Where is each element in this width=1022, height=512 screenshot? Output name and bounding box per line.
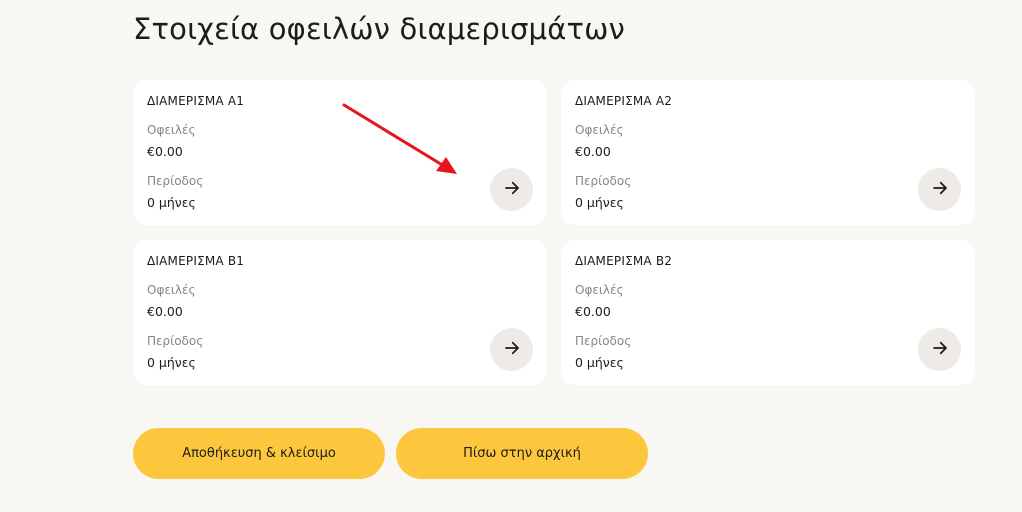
period-label: Περίοδος xyxy=(575,334,632,348)
debts-label: Οφειλές xyxy=(575,123,624,137)
apartment-title: ΔΙΑΜΕΡΙΣΜΑ Α2 xyxy=(575,94,673,108)
period-label: Περίοδος xyxy=(575,174,632,188)
save-and-close-button[interactable]: Αποθήκευση & κλείσιμο xyxy=(133,428,385,479)
apartment-title: ΔΙΑΜΕΡΙΣΜΑ Β1 xyxy=(147,254,245,268)
debts-value: €0.00 xyxy=(147,304,183,319)
period-label: Περίοδος xyxy=(147,174,204,188)
period-value: 0 μήνες xyxy=(147,355,196,370)
back-to-home-button[interactable]: Πίσω στην αρχική xyxy=(396,428,648,479)
debts-label: Οφειλές xyxy=(147,283,196,297)
apartments-grid: ΔΙΑΜΕΡΙΣΜΑ Α1 Οφειλές €0.00 Περίοδος 0 μ… xyxy=(133,80,975,385)
apartment-card-a2: ΔΙΑΜΕΡΙΣΜΑ Α2 Οφειλές €0.00 Περίοδος 0 μ… xyxy=(561,80,975,225)
debts-label: Οφειλές xyxy=(147,123,196,137)
open-apartment-button[interactable] xyxy=(918,328,961,371)
apartment-card-b2: ΔΙΑΜΕΡΙΣΜΑ Β2 Οφειλές €0.00 Περίοδος 0 μ… xyxy=(561,240,975,385)
period-value: 0 μήνες xyxy=(575,355,624,370)
debts-value: €0.00 xyxy=(575,144,611,159)
period-label: Περίοδος xyxy=(147,334,204,348)
arrow-right-icon xyxy=(931,179,949,200)
period-value: 0 μήνες xyxy=(575,195,624,210)
apartment-card-a1: ΔΙΑΜΕΡΙΣΜΑ Α1 Οφειλές €0.00 Περίοδος 0 μ… xyxy=(133,80,547,225)
arrow-right-icon xyxy=(931,339,949,360)
open-apartment-button[interactable] xyxy=(918,168,961,211)
debts-label: Οφειλές xyxy=(575,283,624,297)
debts-value: €0.00 xyxy=(575,304,611,319)
arrow-right-icon xyxy=(503,339,521,360)
debts-value: €0.00 xyxy=(147,144,183,159)
apartment-title: ΔΙΑΜΕΡΙΣΜΑ Α1 xyxy=(147,94,245,108)
page-title: Στοιχεία οφειλών διαμερισμάτων xyxy=(133,12,626,46)
period-value: 0 μήνες xyxy=(147,195,196,210)
open-apartment-button[interactable] xyxy=(490,328,533,371)
apartment-title: ΔΙΑΜΕΡΙΣΜΑ Β2 xyxy=(575,254,673,268)
arrow-right-icon xyxy=(503,179,521,200)
apartment-card-b1: ΔΙΑΜΕΡΙΣΜΑ Β1 Οφειλές €0.00 Περίοδος 0 μ… xyxy=(133,240,547,385)
open-apartment-button[interactable] xyxy=(490,168,533,211)
